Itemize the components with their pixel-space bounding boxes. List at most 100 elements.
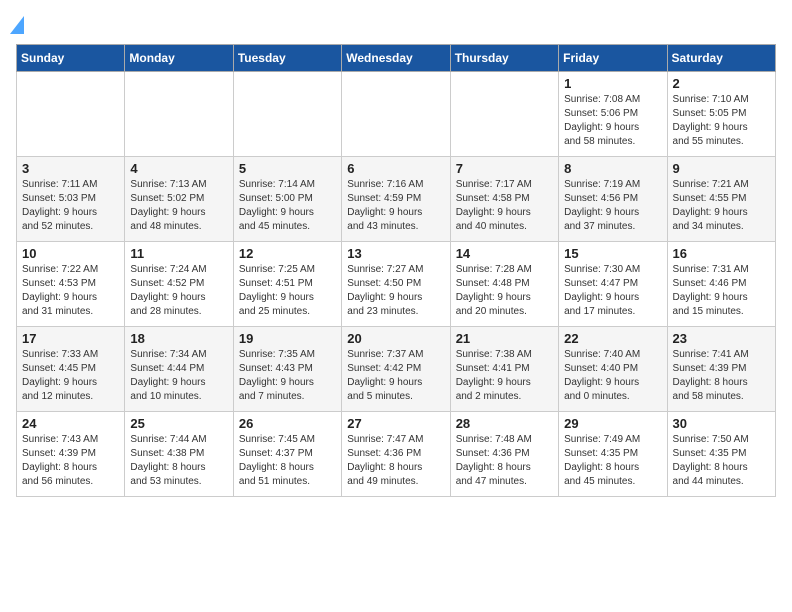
day-number: 1 [564, 76, 661, 91]
day-info: Sunrise: 7:50 AM Sunset: 4:35 PM Dayligh… [673, 433, 770, 489]
day-info: Sunrise: 7:34 AM Sunset: 4:44 PM Dayligh… [130, 348, 227, 404]
day-info: Sunrise: 7:37 AM Sunset: 4:42 PM Dayligh… [347, 348, 444, 404]
calendar-cell: 2 Sunrise: 7:10 AM Sunset: 5:05 PM Daylig… [667, 72, 775, 157]
day-number: 15 [564, 246, 661, 261]
day-info: Sunrise: 7:31 AM Sunset: 4:46 PM Dayligh… [673, 263, 770, 319]
calendar-cell: 1 Sunrise: 7:08 AM Sunset: 5:06 PM Daylig… [559, 72, 667, 157]
calendar-cell: 23 Sunrise: 7:41 AM Sunset: 4:39 PM Dayli… [667, 327, 775, 412]
calendar-cell: 10 Sunrise: 7:22 AM Sunset: 4:53 PM Dayli… [17, 242, 125, 327]
calendar-cell: 28Sunrise: 7:48 AM Sunset: 4:36 PM Dayli… [450, 412, 558, 497]
logo [16, 16, 24, 32]
day-number: 18 [130, 331, 227, 346]
day-number: 23 [673, 331, 770, 346]
calendar-cell: 18 Sunrise: 7:34 AM Sunset: 4:44 PM Dayli… [125, 327, 233, 412]
calendar-cell: 15 Sunrise: 7:30 AM Sunset: 4:47 PM Dayli… [559, 242, 667, 327]
day-info: Sunrise: 7:25 AM Sunset: 4:51 PM Dayligh… [239, 263, 336, 319]
calendar-cell: 17 Sunrise: 7:33 AM Sunset: 4:45 PM Dayli… [17, 327, 125, 412]
calendar-cell [17, 72, 125, 157]
calendar-cell: 30 Sunrise: 7:50 AM Sunset: 4:35 PM Dayli… [667, 412, 775, 497]
day-info: Sunrise: 7:41 AM Sunset: 4:39 PM Dayligh… [673, 348, 770, 404]
day-number: 6 [347, 161, 444, 176]
day-number: 11 [130, 246, 227, 261]
calendar-cell: 27 Sunrise: 7:47 AM Sunset: 4:36 PM Dayli… [342, 412, 450, 497]
weekday-header-wednesday: Wednesday [342, 45, 450, 72]
day-number: 29 [564, 416, 661, 431]
calendar-cell: 25 Sunrise: 7:44 AM Sunset: 4:38 PM Dayli… [125, 412, 233, 497]
weekday-header-sunday: Sunday [17, 45, 125, 72]
day-number: 12 [239, 246, 336, 261]
calendar-week-row: 1 Sunrise: 7:08 AM Sunset: 5:06 PM Daylig… [17, 72, 776, 157]
calendar-cell [450, 72, 558, 157]
calendar-cell [233, 72, 341, 157]
calendar-week-row: 17 Sunrise: 7:33 AM Sunset: 4:45 PM Dayli… [17, 327, 776, 412]
calendar-cell: 12 Sunrise: 7:25 AM Sunset: 4:51 PM Dayli… [233, 242, 341, 327]
day-info: Sunrise: 7:47 AM Sunset: 4:36 PM Dayligh… [347, 433, 444, 489]
day-number: 9 [673, 161, 770, 176]
day-info: Sunrise: 7:45 AM Sunset: 4:37 PM Dayligh… [239, 433, 336, 489]
day-info: Sunrise: 7:44 AM Sunset: 4:38 PM Dayligh… [130, 433, 227, 489]
day-number: 22 [564, 331, 661, 346]
calendar-cell: 6 Sunrise: 7:16 AM Sunset: 4:59 PM Daylig… [342, 157, 450, 242]
day-info: Sunrise: 7:08 AM Sunset: 5:06 PM Dayligh… [564, 93, 661, 149]
weekday-header-row: SundayMondayTuesdayWednesdayThursdayFrid… [17, 45, 776, 72]
day-info: Sunrise: 7:30 AM Sunset: 4:47 PM Dayligh… [564, 263, 661, 319]
day-info: Sunrise: 7:48 AM Sunset: 4:36 PM Dayligh… [456, 433, 553, 489]
day-info: Sunrise: 7:49 AM Sunset: 4:35 PM Dayligh… [564, 433, 661, 489]
calendar-cell: 8 Sunrise: 7:19 AM Sunset: 4:56 PM Daylig… [559, 157, 667, 242]
day-number: 5 [239, 161, 336, 176]
day-number: 21 [456, 331, 553, 346]
day-number: 24 [22, 416, 119, 431]
day-info: Sunrise: 7:21 AM Sunset: 4:55 PM Dayligh… [673, 178, 770, 234]
day-number: 16 [673, 246, 770, 261]
weekday-header-saturday: Saturday [667, 45, 775, 72]
calendar-cell: 13Sunrise: 7:27 AM Sunset: 4:50 PM Dayli… [342, 242, 450, 327]
logo-triangle-icon [10, 16, 24, 34]
day-info: Sunrise: 7:35 AM Sunset: 4:43 PM Dayligh… [239, 348, 336, 404]
calendar-cell: 3 Sunrise: 7:11 AM Sunset: 5:03 PM Daylig… [17, 157, 125, 242]
header [16, 16, 776, 32]
day-number: 7 [456, 161, 553, 176]
day-info: Sunrise: 7:22 AM Sunset: 4:53 PM Dayligh… [22, 263, 119, 319]
day-number: 20 [347, 331, 444, 346]
calendar-cell [125, 72, 233, 157]
calendar-cell: 5 Sunrise: 7:14 AM Sunset: 5:00 PM Daylig… [233, 157, 341, 242]
day-info: Sunrise: 7:16 AM Sunset: 4:59 PM Dayligh… [347, 178, 444, 234]
calendar-week-row: 24 Sunrise: 7:43 AM Sunset: 4:39 PM Dayli… [17, 412, 776, 497]
calendar-cell: 19 Sunrise: 7:35 AM Sunset: 4:43 PM Dayli… [233, 327, 341, 412]
day-number: 25 [130, 416, 227, 431]
day-info: Sunrise: 7:19 AM Sunset: 4:56 PM Dayligh… [564, 178, 661, 234]
day-info: Sunrise: 7:33 AM Sunset: 4:45 PM Dayligh… [22, 348, 119, 404]
day-number: 13 [347, 246, 444, 261]
weekday-header-tuesday: Tuesday [233, 45, 341, 72]
calendar-cell: 7Sunrise: 7:17 AM Sunset: 4:58 PM Daylig… [450, 157, 558, 242]
day-info: Sunrise: 7:38 AM Sunset: 4:41 PM Dayligh… [456, 348, 553, 404]
calendar-cell: 20 Sunrise: 7:37 AM Sunset: 4:42 PM Dayli… [342, 327, 450, 412]
day-info: Sunrise: 7:43 AM Sunset: 4:39 PM Dayligh… [22, 433, 119, 489]
day-number: 27 [347, 416, 444, 431]
day-number: 10 [22, 246, 119, 261]
calendar-cell: 14 Sunrise: 7:28 AM Sunset: 4:48 PM Dayli… [450, 242, 558, 327]
calendar-cell: 22 Sunrise: 7:40 AM Sunset: 4:40 PM Dayli… [559, 327, 667, 412]
day-info: Sunrise: 7:11 AM Sunset: 5:03 PM Dayligh… [22, 178, 119, 234]
calendar-cell [342, 72, 450, 157]
day-number: 19 [239, 331, 336, 346]
day-number: 2 [673, 76, 770, 91]
day-number: 17 [22, 331, 119, 346]
day-info: Sunrise: 7:10 AM Sunset: 5:05 PM Dayligh… [673, 93, 770, 149]
day-info: Sunrise: 7:28 AM Sunset: 4:48 PM Dayligh… [456, 263, 553, 319]
weekday-header-monday: Monday [125, 45, 233, 72]
day-number: 3 [22, 161, 119, 176]
day-number: 4 [130, 161, 227, 176]
day-number: 14 [456, 246, 553, 261]
calendar-cell: 4 Sunrise: 7:13 AM Sunset: 5:02 PM Daylig… [125, 157, 233, 242]
weekday-header-thursday: Thursday [450, 45, 558, 72]
calendar-table: SundayMondayTuesdayWednesdayThursdayFrid… [16, 44, 776, 497]
calendar-cell: 11Sunrise: 7:24 AM Sunset: 4:52 PM Dayli… [125, 242, 233, 327]
day-info: Sunrise: 7:13 AM Sunset: 5:02 PM Dayligh… [130, 178, 227, 234]
day-number: 30 [673, 416, 770, 431]
day-info: Sunrise: 7:14 AM Sunset: 5:00 PM Dayligh… [239, 178, 336, 234]
day-number: 8 [564, 161, 661, 176]
day-info: Sunrise: 7:40 AM Sunset: 4:40 PM Dayligh… [564, 348, 661, 404]
calendar-cell: 16 Sunrise: 7:31 AM Sunset: 4:46 PM Dayli… [667, 242, 775, 327]
calendar-cell: 29 Sunrise: 7:49 AM Sunset: 4:35 PM Dayli… [559, 412, 667, 497]
